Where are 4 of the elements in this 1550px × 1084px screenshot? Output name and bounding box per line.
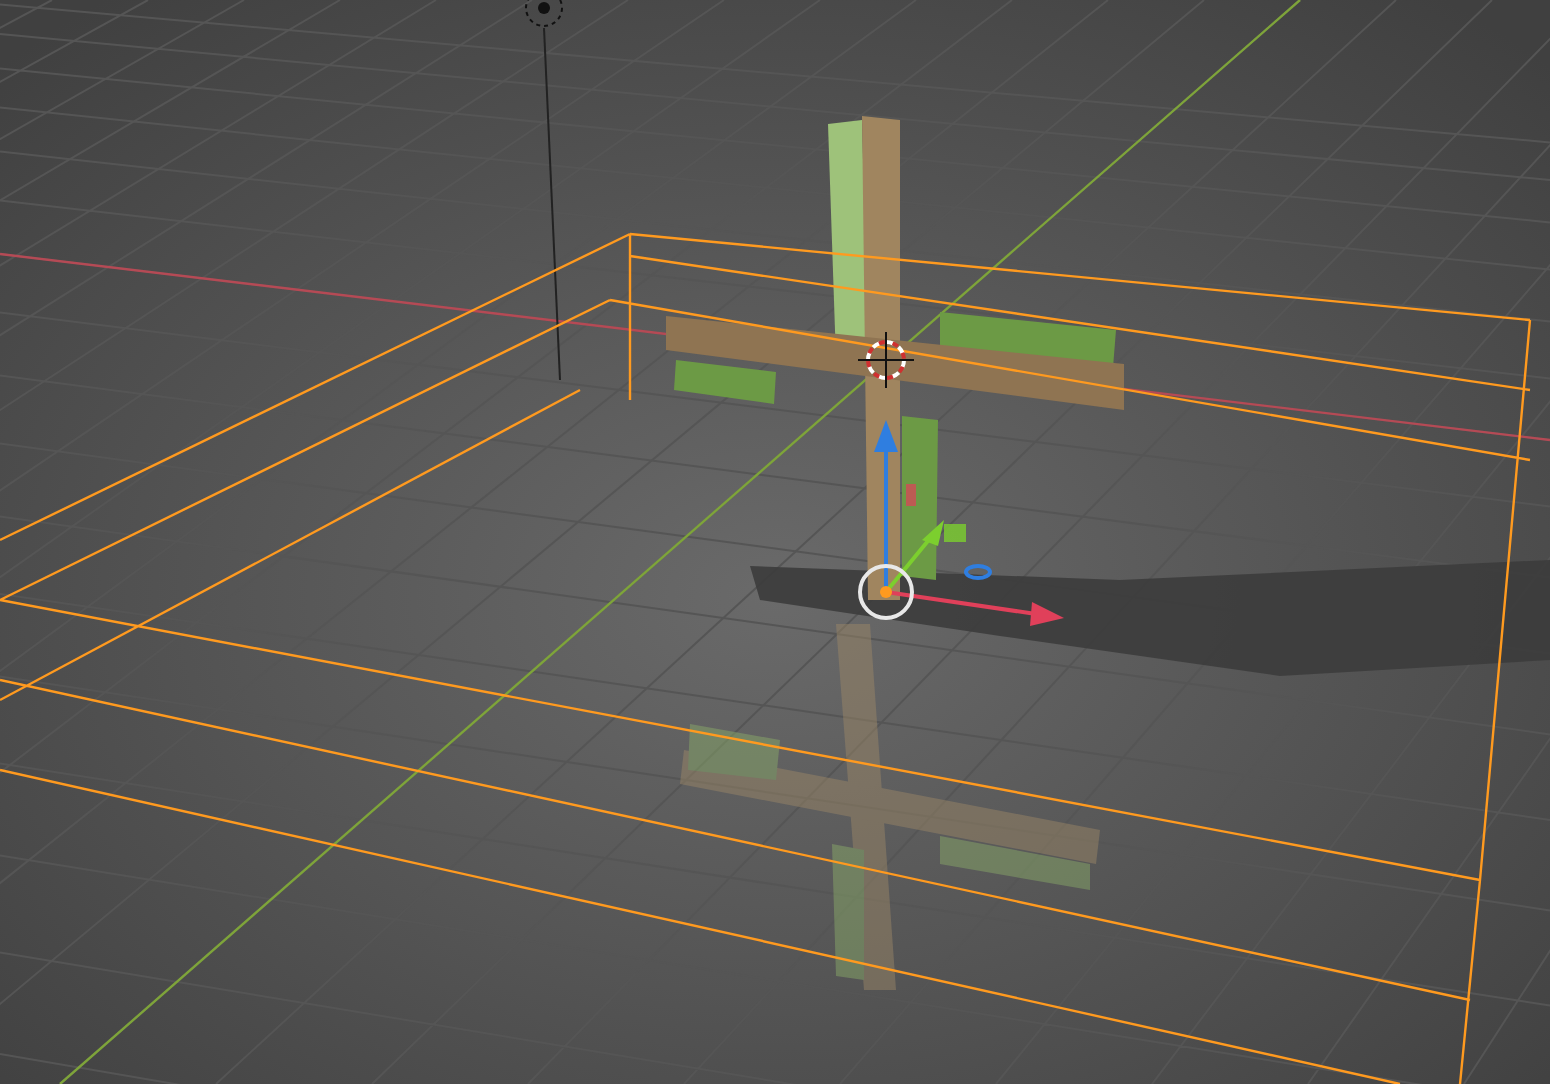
3d-cursor-icon[interactable] — [857, 331, 915, 389]
cross-model[interactable] — [666, 116, 1124, 600]
transform-gizmo[interactable] — [858, 420, 1064, 626]
light-drawing[interactable] — [525, 0, 563, 381]
